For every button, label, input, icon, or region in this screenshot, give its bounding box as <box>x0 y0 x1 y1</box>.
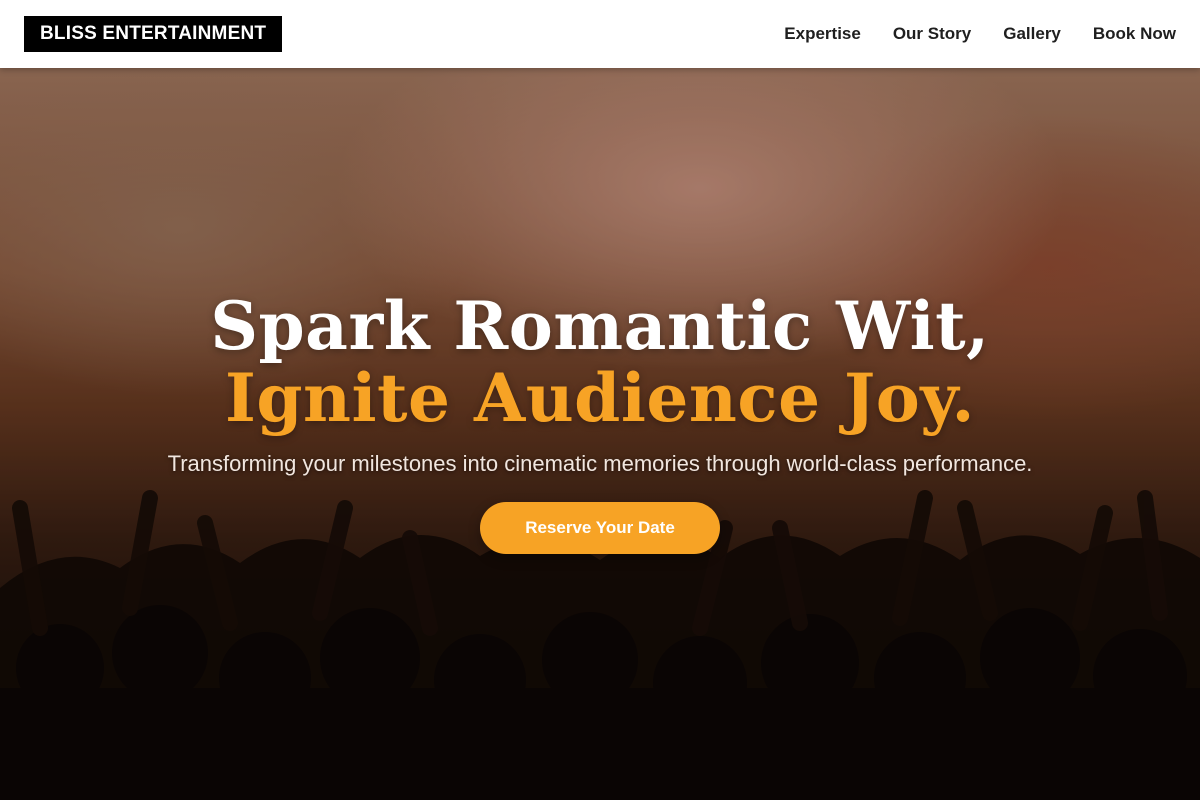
hero-section: Spark Romantic Wit, Ignite Audience Joy.… <box>0 68 1200 800</box>
hero-subtext: Transforming your milestones into cinema… <box>167 451 1033 476</box>
brand-logo[interactable]: BLISS ENTERTAINMENT <box>24 16 283 52</box>
headline-line-1: Spark Romantic Wit, <box>210 287 990 365</box>
nav-link-book-now[interactable]: Book Now <box>1093 24 1176 44</box>
main-nav: Expertise Our Story Gallery Book Now <box>784 24 1176 44</box>
top-navbar: BLISS ENTERTAINMENT Expertise Our Story … <box>0 0 1200 68</box>
hero-headline: Spark Romantic Wit, Ignite Audience Joy. <box>0 290 1200 434</box>
nav-link-expertise[interactable]: Expertise <box>784 24 861 44</box>
hero-content: Spark Romantic Wit, Ignite Audience Joy.… <box>0 290 1200 554</box>
nav-link-our-story[interactable]: Our Story <box>893 24 971 44</box>
reserve-date-button[interactable]: Reserve Your Date <box>480 502 720 554</box>
nav-link-gallery[interactable]: Gallery <box>1003 24 1061 44</box>
headline-line-2: Ignite Audience Joy. <box>224 359 976 437</box>
